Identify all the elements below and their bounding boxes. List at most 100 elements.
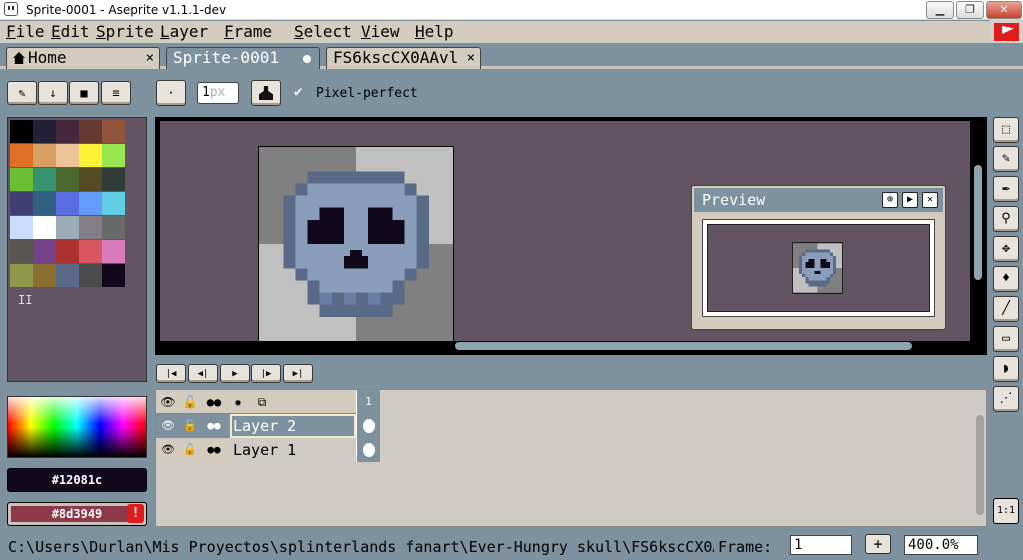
palette-grip[interactable]: II xyxy=(18,293,32,307)
new-frame-button[interactable]: + xyxy=(865,534,891,554)
zoom-input[interactable]: 400.0% xyxy=(904,535,978,555)
frame-input[interactable]: 1 xyxy=(790,535,852,555)
palette-swatch[interactable] xyxy=(102,168,125,191)
last-frame-button[interactable]: ▶| xyxy=(283,364,313,383)
palette-swatch[interactable] xyxy=(79,144,102,167)
tab-home[interactable]: Home × xyxy=(6,47,160,69)
layer-row-layer-1[interactable]: 👁 🔓 ●● Layer 1 xyxy=(156,438,380,462)
palette-swatch[interactable] xyxy=(10,168,33,191)
maximize-button[interactable]: ❐ xyxy=(956,1,984,19)
tab-file-close-icon[interactable]: × xyxy=(467,48,475,68)
palette-swatch[interactable] xyxy=(79,192,102,215)
palette-options-button[interactable]: ≡ xyxy=(101,81,131,105)
menu-help[interactable]: Help xyxy=(415,22,454,42)
timeline[interactable]: 👁 🔓 ●● ✹ ⧉ 1 👁 🔓 ●● Layer 2 👁 🔓 ●● Layer… xyxy=(155,389,987,527)
layer-1-eye-icon[interactable]: 👁 xyxy=(158,440,178,460)
palette-swatch[interactable] xyxy=(102,216,125,239)
brush-type-button[interactable]: · xyxy=(156,80,186,106)
frame-number-1[interactable]: 1 xyxy=(356,390,380,414)
frames-icon[interactable]: ⧉ xyxy=(252,392,272,412)
color-spectrum[interactable] xyxy=(7,396,147,458)
palette-swatch[interactable] xyxy=(56,240,79,263)
layer-2-continuous-icon[interactable]: ●● xyxy=(204,416,224,436)
move-tool-icon[interactable]: ✥ xyxy=(993,236,1019,262)
tab-fs6ksccx0aavl[interactable]: FS6kscCX0AAvl × xyxy=(326,47,481,69)
palette-swatch[interactable] xyxy=(102,120,125,143)
palette-swatch[interactable] xyxy=(33,192,56,215)
layer-2-lock-icon[interactable]: 🔓 xyxy=(180,416,200,436)
editor-vertical-scrollbar[interactable] xyxy=(974,165,982,280)
menu-file[interactable]: File xyxy=(6,22,45,42)
foreground-color-button[interactable]: #12081c xyxy=(7,468,147,492)
next-frame-button[interactable]: |▶ xyxy=(251,364,281,383)
palette-swatch[interactable] xyxy=(56,192,79,215)
preview-window[interactable]: Preview ⊕ ▶ ✕ xyxy=(691,185,946,330)
contour-tool-icon[interactable]: ◗ xyxy=(993,356,1019,382)
sort-palette-button[interactable]: ↓ xyxy=(38,81,68,105)
play-button[interactable]: ▶ xyxy=(220,364,250,383)
news-flag-icon[interactable] xyxy=(990,20,1023,44)
tab-home-close-icon[interactable]: × xyxy=(146,48,154,68)
menu-frame[interactable]: Frame xyxy=(224,22,272,42)
layer-1-name[interactable]: Layer 1 xyxy=(230,438,356,462)
menu-select[interactable]: Select xyxy=(294,22,352,42)
palette-swatch[interactable] xyxy=(79,168,102,191)
fill-tool-icon[interactable]: ♦ xyxy=(993,266,1019,292)
palette-swatch[interactable] xyxy=(10,192,33,215)
layer-2-eye-icon[interactable]: 👁 xyxy=(158,416,178,436)
palette-presets-button[interactable]: ■ xyxy=(69,81,99,105)
menu-view[interactable]: View xyxy=(361,22,400,42)
layer-2-cel[interactable] xyxy=(356,414,380,438)
palette-swatch[interactable] xyxy=(10,120,33,143)
close-button[interactable]: ✕ xyxy=(986,1,1022,19)
lock-icon[interactable]: 🔓 xyxy=(180,392,200,412)
palette-swatch[interactable] xyxy=(33,216,56,239)
eyedropper-tool-icon[interactable]: ✒ xyxy=(993,176,1019,202)
palette-swatch[interactable] xyxy=(10,216,33,239)
pencil-tool-icon[interactable]: ✎ xyxy=(993,146,1019,172)
background-color-button[interactable]: #8d3949 xyxy=(7,502,147,526)
layer-2-name[interactable]: Layer 2 xyxy=(230,414,356,438)
menu-edit[interactable]: Edit xyxy=(51,22,90,42)
palette-swatch[interactable] xyxy=(56,144,79,167)
line-tool-icon[interactable]: ╱ xyxy=(993,296,1019,322)
sprite-canvas[interactable] xyxy=(258,146,454,342)
palette-swatch[interactable] xyxy=(10,240,33,263)
palette-swatch[interactable] xyxy=(33,168,56,191)
palette-swatch[interactable] xyxy=(56,120,79,143)
minimize-button[interactable]: ▁ xyxy=(926,1,954,19)
pixel-perfect-checkbox[interactable]: ✔ xyxy=(294,84,302,100)
layer-1-continuous-icon[interactable]: ●● xyxy=(204,440,224,460)
editor-horizontal-scrollbar[interactable] xyxy=(455,342,912,350)
palette-swatch[interactable] xyxy=(33,120,56,143)
marquee-tool-icon[interactable]: ⬚ xyxy=(993,117,1019,143)
palette-swatch[interactable] xyxy=(102,240,125,263)
layer-row-layer-2[interactable]: 👁 🔓 ●● Layer 2 xyxy=(156,414,380,438)
ink-type-button[interactable] xyxy=(251,80,281,106)
palette-swatch[interactable] xyxy=(102,192,125,215)
menu-layer[interactable]: Layer xyxy=(160,22,208,42)
preview-close-icon[interactable]: ✕ xyxy=(922,192,938,208)
gear-icon[interactable]: ✹ xyxy=(228,392,248,412)
rectangle-tool-icon[interactable]: ▭ xyxy=(993,326,1019,352)
previous-frame-button[interactable]: ◀| xyxy=(188,364,218,383)
preview-play-icon[interactable]: ▶ xyxy=(902,192,918,208)
palette-swatch[interactable] xyxy=(33,264,56,287)
palette-swatch[interactable] xyxy=(56,264,79,287)
onion-skin-icon[interactable]: ●● xyxy=(204,392,224,412)
first-frame-button[interactable]: |◀ xyxy=(156,364,186,383)
preview-center-icon[interactable]: ⊕ xyxy=(882,192,898,208)
warning-icon[interactable]: ! xyxy=(127,504,144,523)
zoom-1-to-1-button[interactable]: 1:1 xyxy=(993,498,1019,524)
tab-sprite-0001[interactable]: Sprite-0001 xyxy=(166,47,320,69)
palette-swatch[interactable] xyxy=(79,120,102,143)
palette-swatch[interactable] xyxy=(10,264,33,287)
blur-tool-icon[interactable]: ⋰ xyxy=(993,386,1019,412)
layer-1-cel[interactable] xyxy=(356,438,380,462)
timeline-scrollbar[interactable] xyxy=(976,415,984,515)
palette-swatch[interactable] xyxy=(10,144,33,167)
palette-swatch[interactable] xyxy=(33,144,56,167)
palette-swatch[interactable] xyxy=(56,216,79,239)
palette-swatch[interactable] xyxy=(102,144,125,167)
edit-palette-button[interactable]: ✎ xyxy=(7,81,37,105)
